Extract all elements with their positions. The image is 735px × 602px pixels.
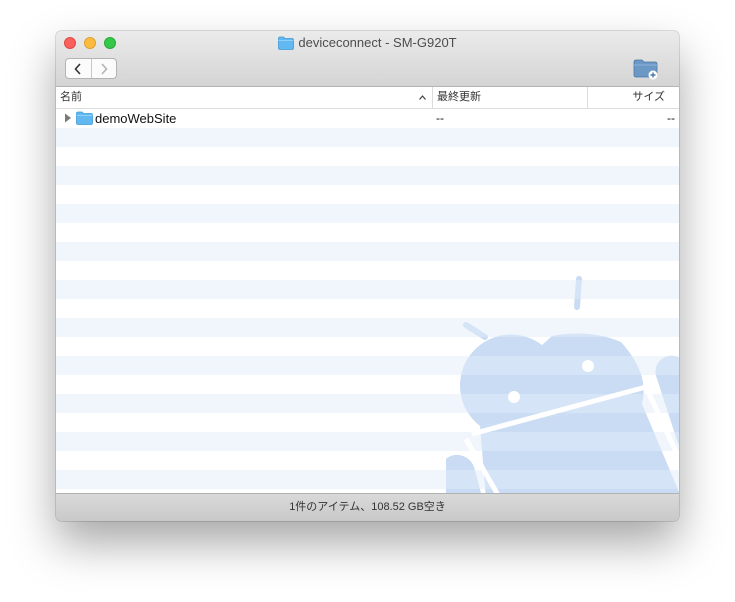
new-folder-button[interactable] xyxy=(633,58,659,80)
title-bar: deviceconnect - SM-G920T xyxy=(56,31,679,87)
folder-icon xyxy=(278,36,295,54)
column-header-name-label: 名前 xyxy=(60,91,82,103)
file-list: demoWebSite -- -- xyxy=(56,109,679,493)
new-folder-icon xyxy=(633,59,658,80)
disclosure-triangle-icon[interactable] xyxy=(64,113,72,123)
column-header-name[interactable]: 名前 xyxy=(56,87,432,108)
file-browser-window: deviceconnect - SM-G920T 名前 最終更新 サイズ dem… xyxy=(56,31,679,521)
status-bar: 1件のアイテム、108.52 GB空き xyxy=(56,493,679,521)
back-button[interactable] xyxy=(66,59,91,78)
column-header-date-label: 最終更新 xyxy=(437,91,481,103)
window-title-text: deviceconnect - SM-G920T xyxy=(298,35,457,50)
status-text: 1件のアイテム、108.52 GB空き xyxy=(289,501,446,513)
column-header-size-label: サイズ xyxy=(632,91,665,103)
file-size: -- xyxy=(667,111,675,125)
column-header-size[interactable]: サイズ xyxy=(587,87,679,108)
column-header-date[interactable]: 最終更新 xyxy=(432,87,587,108)
file-name: demoWebSite xyxy=(95,111,177,126)
list-item[interactable]: demoWebSite -- -- xyxy=(56,109,679,128)
navigation-buttons xyxy=(65,58,117,79)
window-title: deviceconnect - SM-G920T xyxy=(56,35,679,54)
file-date: -- xyxy=(436,111,444,125)
chevron-right-icon xyxy=(101,62,108,75)
folder-icon xyxy=(76,111,93,125)
forward-button[interactable] xyxy=(90,59,117,78)
chevron-left-icon xyxy=(74,62,81,75)
android-logo-watermark xyxy=(446,276,679,493)
column-header: 名前 最終更新 サイズ xyxy=(56,87,679,109)
